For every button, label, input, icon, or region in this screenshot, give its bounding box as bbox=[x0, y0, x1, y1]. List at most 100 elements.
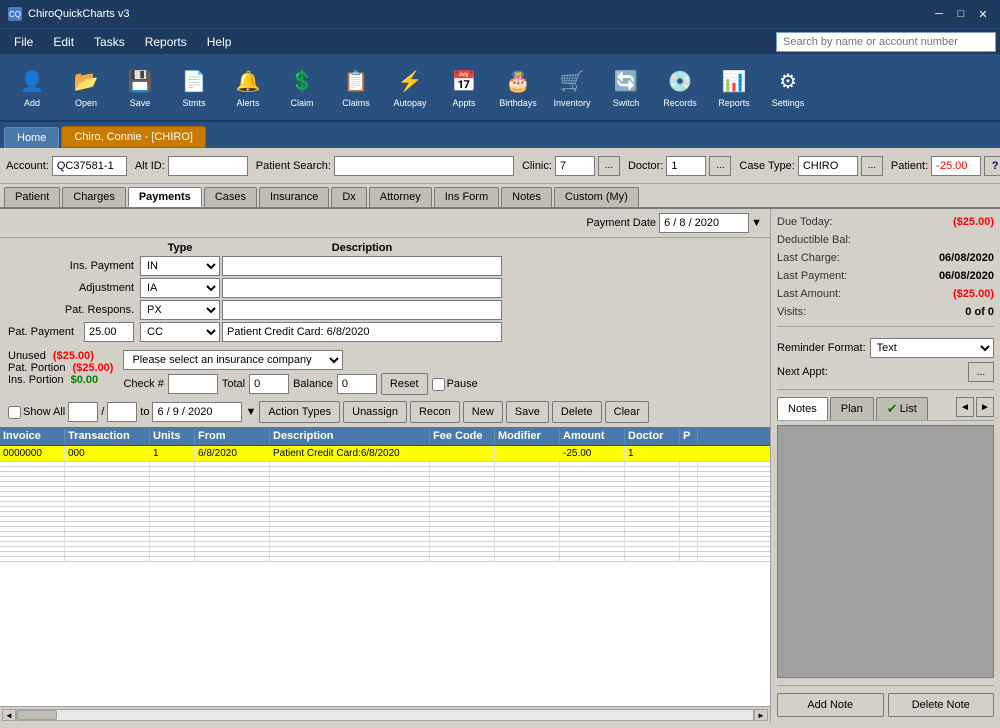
minimize-button[interactable]: ─ bbox=[930, 5, 948, 23]
payment-date-input[interactable] bbox=[659, 213, 749, 233]
notes-tab-list[interactable]: ✔ List bbox=[876, 397, 928, 420]
account-input[interactable] bbox=[52, 156, 127, 176]
clinic-group: Clinic: ... bbox=[522, 156, 620, 176]
search-input[interactable] bbox=[776, 32, 996, 52]
altid-input[interactable] bbox=[168, 156, 248, 176]
menu-reports[interactable]: Reports bbox=[135, 32, 197, 52]
claim-button[interactable]: 💲 Claim bbox=[276, 58, 328, 116]
scroll-left-button[interactable]: ◄ bbox=[2, 709, 16, 721]
appts-button[interactable]: 📅 Appts bbox=[438, 58, 490, 116]
tab-insurance[interactable]: Insurance bbox=[259, 187, 329, 207]
tab-cases[interactable]: Cases bbox=[204, 187, 257, 207]
date-from-day[interactable] bbox=[107, 402, 137, 422]
menu-edit[interactable]: Edit bbox=[43, 32, 84, 52]
alerts-icon: 🔔 bbox=[232, 65, 264, 97]
recon-button[interactable]: Recon bbox=[410, 401, 460, 423]
show-all-checkbox[interactable] bbox=[8, 406, 21, 419]
date-from-month[interactable] bbox=[68, 402, 98, 422]
tab-patient[interactable]: Patient bbox=[4, 187, 60, 207]
action-types-button[interactable]: Action Types bbox=[259, 401, 340, 423]
notes-tab-plan[interactable]: Plan bbox=[830, 397, 874, 420]
tab-custom[interactable]: Custom (My) bbox=[554, 187, 639, 207]
add-note-button[interactable]: Add Note bbox=[777, 693, 884, 717]
menu-tasks[interactable]: Tasks bbox=[84, 32, 135, 52]
visits-row: Visits: 0 of 0 bbox=[777, 305, 994, 319]
close-button[interactable]: ✕ bbox=[974, 5, 992, 23]
new-button[interactable]: New bbox=[463, 401, 503, 423]
maximize-button[interactable]: □ bbox=[952, 5, 970, 23]
patient-search-input[interactable] bbox=[334, 156, 514, 176]
adjustment-type-select[interactable]: IAINPXCC bbox=[140, 278, 220, 298]
claims-button[interactable]: 📋 Claims bbox=[330, 58, 382, 116]
menu-help[interactable]: Help bbox=[197, 32, 242, 52]
reports-button[interactable]: 📊 Reports bbox=[708, 58, 760, 116]
action-buttons-row: Show All / to ▼ Action Types Unassign Re… bbox=[0, 397, 770, 427]
patient-balance-input[interactable] bbox=[931, 156, 981, 176]
insurance-company-select[interactable]: Please select an insurance company bbox=[123, 350, 343, 370]
settings-button[interactable]: ⚙ Settings bbox=[762, 58, 814, 116]
last-payment-label: Last Payment: bbox=[777, 270, 847, 282]
pat-payment-type-select[interactable]: CCINIAPX bbox=[140, 322, 220, 342]
save-payment-button[interactable]: Save bbox=[506, 401, 549, 423]
clinic-input[interactable] bbox=[555, 156, 595, 176]
open-button[interactable]: 📂 Open bbox=[60, 58, 112, 116]
inventory-button[interactable]: 🛒 Inventory bbox=[546, 58, 598, 116]
switch-button[interactable]: 🔄 Switch bbox=[600, 58, 652, 116]
pause-checkbox[interactable] bbox=[432, 378, 445, 391]
pat-respons-description-input[interactable] bbox=[222, 300, 502, 320]
doctor-label: Doctor: bbox=[628, 160, 663, 172]
adjustment-description-input[interactable] bbox=[222, 278, 502, 298]
unassign-button[interactable]: Unassign bbox=[343, 401, 407, 423]
total-input2[interactable] bbox=[249, 374, 289, 394]
tab-payments[interactable]: Payments bbox=[128, 187, 202, 207]
reset-button[interactable]: Reset bbox=[381, 373, 428, 395]
notes-next-button[interactable]: ► bbox=[976, 397, 994, 417]
add-button[interactable]: 👤 Add bbox=[6, 58, 58, 116]
ins-payment-type-select[interactable]: INIAPXCC bbox=[140, 256, 220, 276]
clinic-dots-button[interactable]: ... bbox=[598, 156, 620, 176]
next-appt-button[interactable]: ... bbox=[968, 362, 994, 382]
pat-payment-description-input[interactable] bbox=[222, 322, 502, 342]
tab-ins-form[interactable]: Ins Form bbox=[434, 187, 499, 207]
tab-attorney[interactable]: Attorney bbox=[369, 187, 432, 207]
check-input[interactable] bbox=[168, 374, 218, 394]
tab-dx[interactable]: Dx bbox=[331, 187, 366, 207]
scroll-right-button[interactable]: ► bbox=[754, 709, 768, 721]
account-bar: Account: Alt ID: Patient Search: Clinic:… bbox=[0, 148, 1000, 184]
feecode-header: Fee Code bbox=[430, 429, 495, 443]
scrollbar-thumb[interactable] bbox=[17, 710, 57, 720]
date-to-input[interactable] bbox=[152, 402, 242, 422]
delete-button[interactable]: Delete bbox=[552, 401, 602, 423]
pat-payment-value-input[interactable] bbox=[84, 322, 134, 342]
menu-file[interactable]: File bbox=[4, 32, 43, 52]
balance-input[interactable] bbox=[337, 374, 377, 394]
table-row[interactable]: 000000000016/8/2020Patient Credit Card:6… bbox=[0, 446, 770, 462]
birthdays-button[interactable]: 🎂 Birthdays bbox=[492, 58, 544, 116]
doctor-input[interactable] bbox=[666, 156, 706, 176]
alerts-button[interactable]: 🔔 Alerts bbox=[222, 58, 274, 116]
description-header: Description bbox=[270, 429, 430, 443]
tab-chiro-connie[interactable]: Chiro, Connie - [CHIRO] bbox=[61, 126, 206, 148]
tab-home[interactable]: Home bbox=[4, 127, 59, 148]
notes-tab-notes[interactable]: Notes bbox=[777, 397, 828, 420]
reminder-format-select[interactable]: Text Email Phone None bbox=[870, 338, 994, 358]
table-scrollbar[interactable]: ◄ ► bbox=[0, 706, 770, 723]
patient-question-button[interactable]: ? bbox=[984, 156, 1000, 176]
clear-button[interactable]: Clear bbox=[605, 401, 649, 423]
save-button[interactable]: 💾 Save bbox=[114, 58, 166, 116]
case-type-input[interactable] bbox=[798, 156, 858, 176]
notes-prev-button[interactable]: ◄ bbox=[956, 397, 974, 417]
pat-respons-type-select[interactable]: PXINIACC bbox=[140, 300, 220, 320]
doctor-dots-button[interactable]: ... bbox=[709, 156, 731, 176]
ins-payment-description-input[interactable] bbox=[222, 256, 502, 276]
appts-icon: 📅 bbox=[448, 65, 480, 97]
stmts-button[interactable]: 📄 Stmts bbox=[168, 58, 220, 116]
case-type-dots-button[interactable]: ... bbox=[861, 156, 883, 176]
autopay-button[interactable]: ⚡ Autopay bbox=[384, 58, 436, 116]
tab-charges[interactable]: Charges bbox=[62, 187, 126, 207]
records-button[interactable]: 💿 Records bbox=[654, 58, 706, 116]
delete-note-button[interactable]: Delete Note bbox=[888, 693, 995, 717]
case-type-group: Case Type: ... bbox=[739, 156, 882, 176]
tab-notes[interactable]: Notes bbox=[501, 187, 552, 207]
scrollbar-track[interactable] bbox=[16, 709, 754, 721]
